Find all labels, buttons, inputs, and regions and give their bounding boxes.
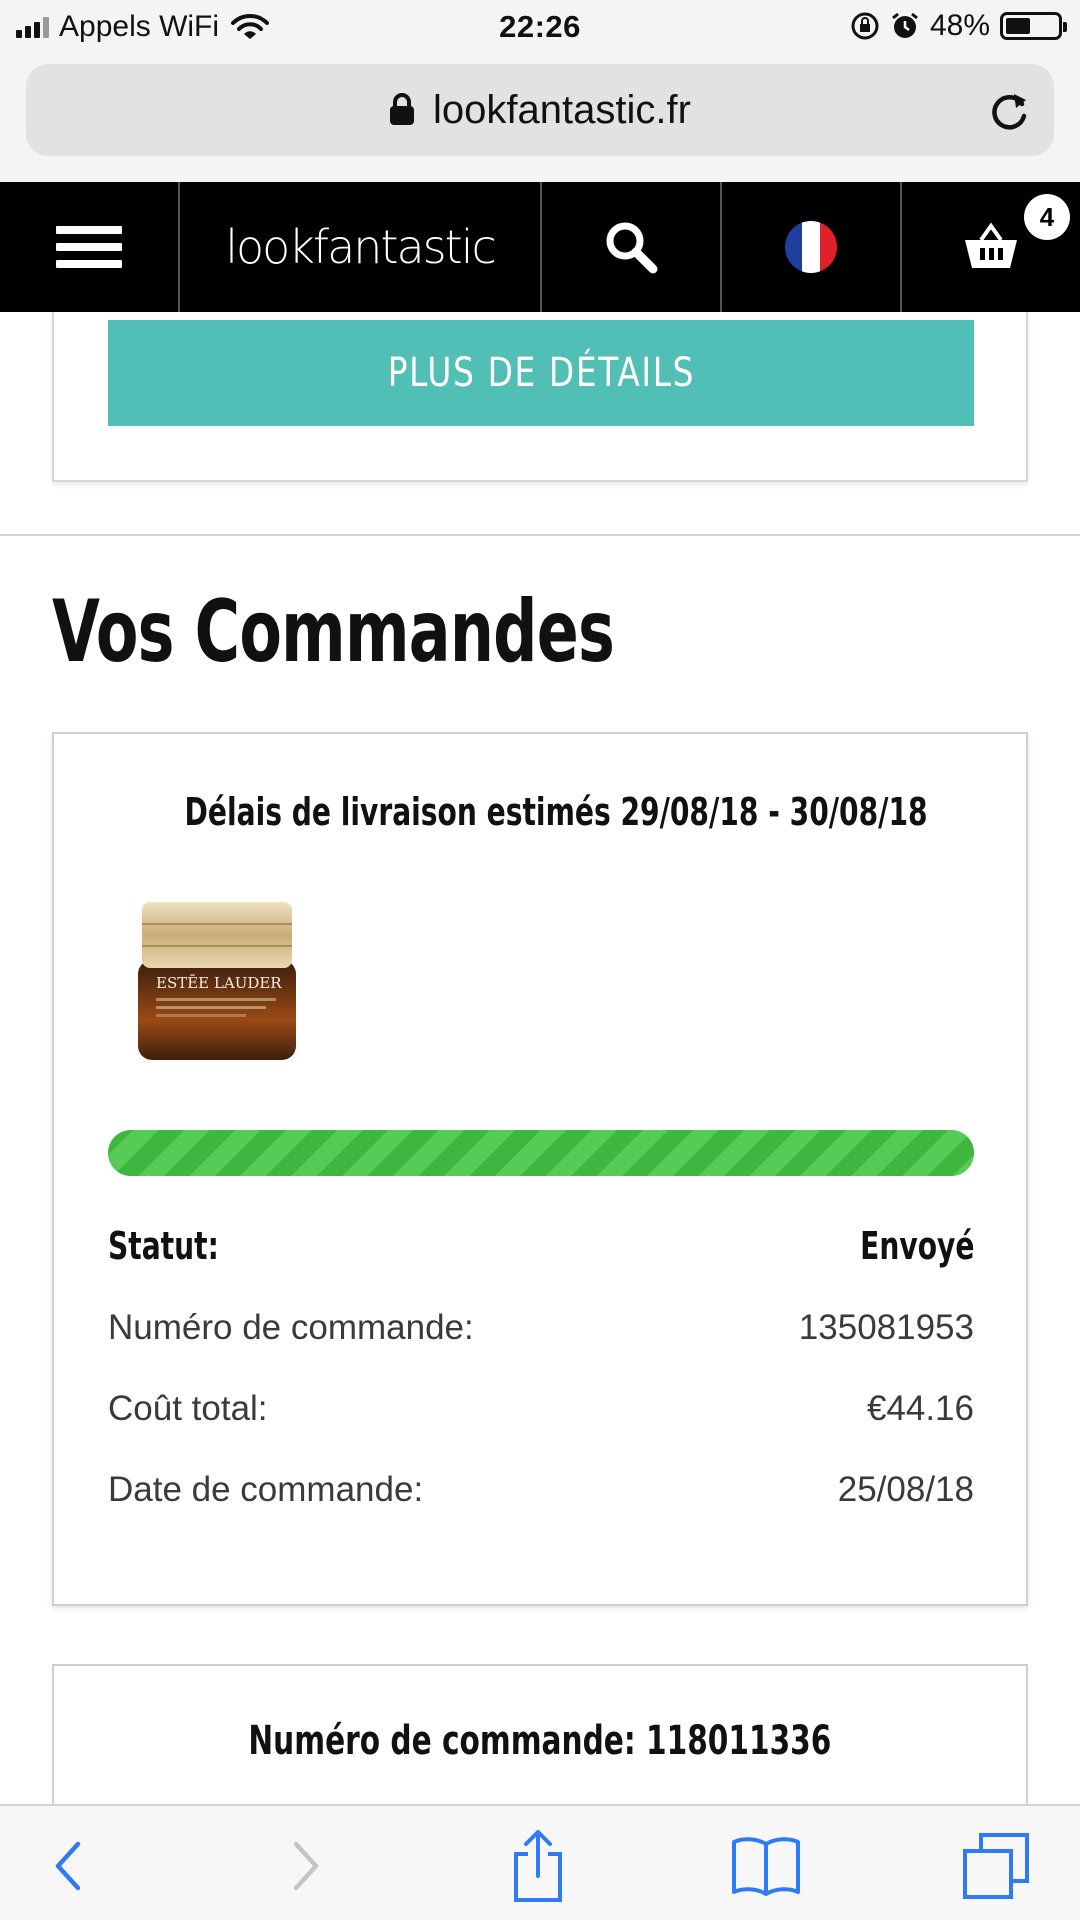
status-row: Statut: Envoyé <box>108 1224 974 1268</box>
status-right: 48% <box>850 9 1067 43</box>
battery-percent: 48% <box>929 9 990 42</box>
france-flag-icon <box>785 221 837 273</box>
order-number-heading-text: Numéro de commande: 118011336 <box>248 1718 832 1764</box>
product-image[interactable]: ESTĒE LAUDER <box>132 894 302 1064</box>
row-value: 135081953 <box>798 1308 974 1347</box>
country-selector[interactable] <box>722 182 900 312</box>
lock-icon <box>390 93 415 126</box>
search-button[interactable] <box>542 182 720 312</box>
section-divider <box>0 534 1080 536</box>
cart-count-badge: 4 <box>1024 194 1070 240</box>
share-icon <box>514 1830 562 1902</box>
forward-button[interactable] <box>266 1828 346 1904</box>
url-text: lookfantastic.fr <box>433 88 691 132</box>
site-logo[interactable]: lookfantastic <box>180 182 540 312</box>
row-label: Date de commande: <box>108 1470 424 1509</box>
alarm-icon <box>892 12 918 38</box>
basket-icon <box>965 222 1017 268</box>
total-cost-row: Coût total: €44.16 <box>108 1389 974 1429</box>
menu-icon[interactable] <box>0 182 178 312</box>
rotation-lock-icon <box>851 12 879 40</box>
delivery-estimate-text: Délais de livraison estimés 29/08/18 - 3… <box>184 790 928 834</box>
cart-button[interactable]: 4 <box>902 182 1080 312</box>
delivery-progress-bar <box>108 1130 974 1176</box>
previous-card: PLUS DE DÉTAILS <box>52 312 1028 482</box>
status-value: Envoyé <box>859 1224 974 1268</box>
forward-icon <box>293 1841 319 1891</box>
battery-icon <box>1000 12 1067 40</box>
page-title: Vos Commandes <box>52 582 615 682</box>
share-button[interactable] <box>498 1828 578 1904</box>
status-label: Statut: <box>108 1224 219 1268</box>
order-card[interactable]: Délais de livraison estimés 29/08/18 - 3… <box>52 732 1028 1606</box>
row-label: Numéro de commande: <box>108 1308 474 1347</box>
status-bar: Appels WiFi 22:26 48% <box>0 0 1080 54</box>
browser-toolbar <box>0 1804 1080 1920</box>
row-value: €44.16 <box>866 1389 974 1428</box>
delivery-estimate: Délais de livraison estimés 29/08/18 - 3… <box>54 790 1026 834</box>
tabs-button[interactable] <box>956 1828 1036 1904</box>
row-label: Coût total: <box>108 1389 268 1428</box>
browser-chrome: lookfantastic.fr <box>0 54 1080 182</box>
address-bar[interactable]: lookfantastic.fr <box>26 64 1054 156</box>
bookmarks-button[interactable] <box>726 1828 806 1904</box>
search-icon <box>606 222 658 274</box>
logo-text: lookfantastic <box>225 220 497 274</box>
site-header: lookfantastic 4 <box>0 182 1080 312</box>
progress-fill <box>108 1130 974 1176</box>
back-icon <box>55 1841 81 1891</box>
row-value: 25/08/18 <box>837 1470 974 1509</box>
more-details-label: PLUS DE DÉTAILS <box>387 350 695 396</box>
more-details-button[interactable]: PLUS DE DÉTAILS <box>108 320 974 426</box>
product-brand: ESTĒE LAUDER <box>156 974 282 992</box>
order-number-row: Numéro de commande: 135081953 <box>108 1308 974 1348</box>
order-number-heading: Numéro de commande: 118011336 <box>54 1718 1026 1764</box>
reload-icon[interactable] <box>988 86 1032 134</box>
order-date-row: Date de commande: 25/08/18 <box>108 1470 974 1510</box>
bookmarks-icon <box>732 1837 800 1896</box>
tabs-icon <box>963 1833 1029 1899</box>
back-button[interactable] <box>28 1828 108 1904</box>
